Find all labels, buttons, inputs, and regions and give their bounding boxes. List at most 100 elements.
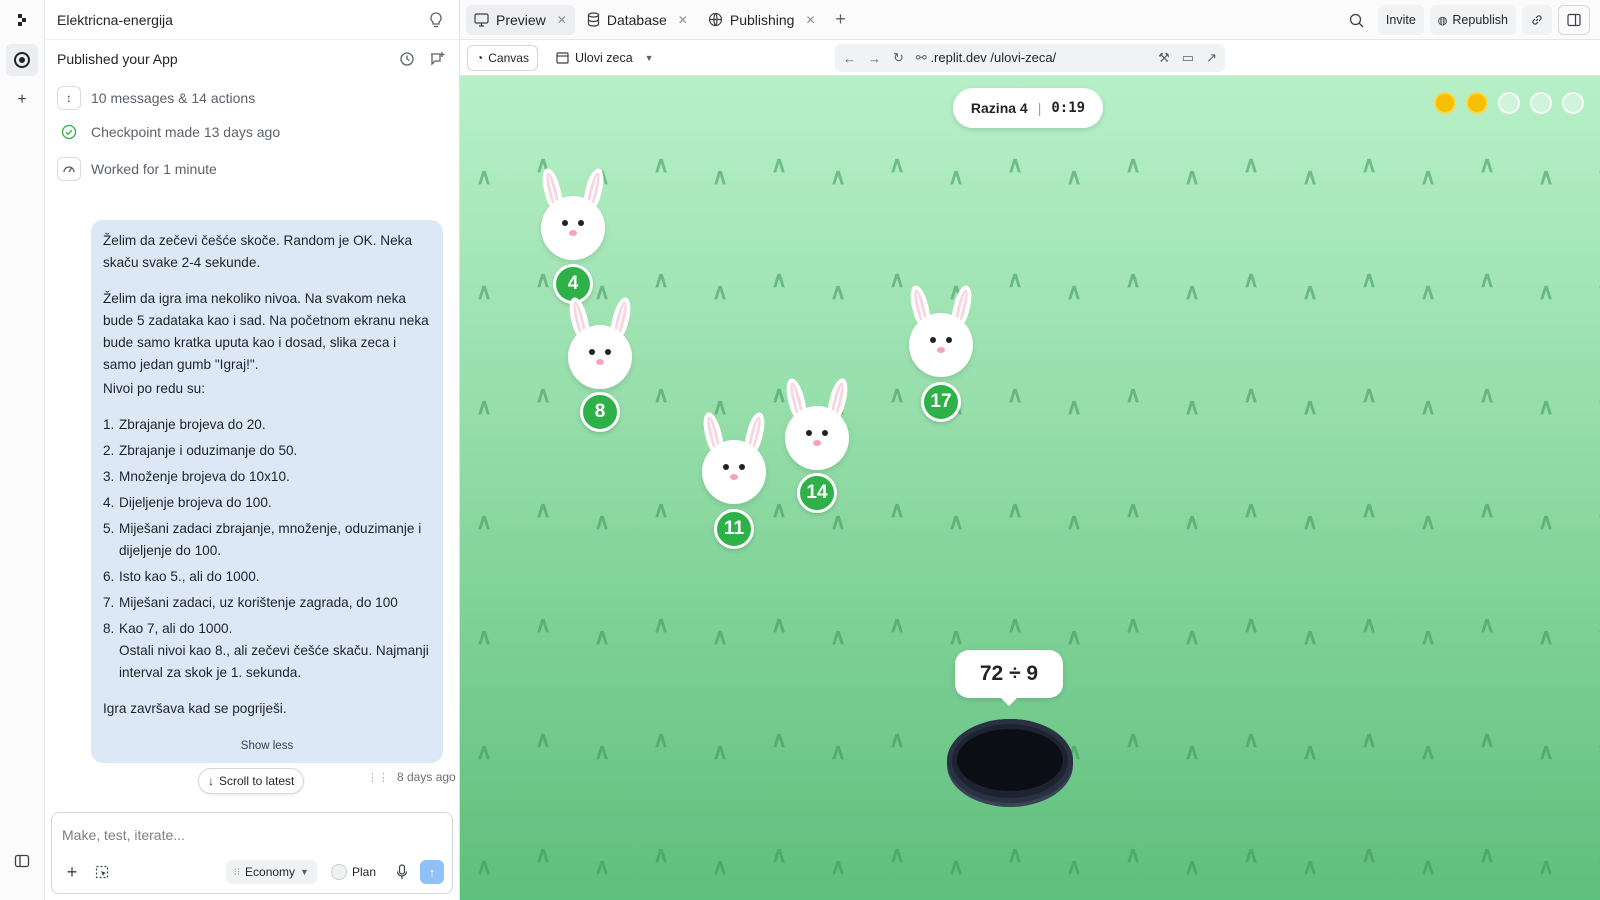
timer-label: 0:19 [1051, 100, 1086, 116]
close-icon[interactable]: ✕ [678, 13, 688, 27]
check-circle-icon [57, 120, 81, 144]
progress-dot [1434, 92, 1456, 114]
select-element-icon[interactable] [90, 860, 114, 884]
grass-tuft: ∧ [476, 624, 493, 649]
replit-logo-icon[interactable] [6, 4, 38, 36]
composer-input[interactable]: Make, test, iterate... [62, 827, 185, 843]
project-name[interactable]: Elektricna-energija [57, 12, 424, 28]
grass-tuft: ∧ [1420, 164, 1437, 189]
globe-icon [708, 12, 722, 27]
list-item: 5. Miješani zadaci zbrajanje, množenje, o… [103, 521, 422, 558]
arrow-down-icon: ↓ [208, 774, 214, 788]
url-text[interactable]: ⚯ .replit.dev /ulovi-zeca/ [916, 50, 1146, 66]
database-icon [587, 12, 599, 27]
mode-label: Economy [245, 865, 296, 879]
url-value: .replit.dev /ulovi-zeca/ [930, 50, 1057, 65]
grass-tuft: ∧ [1479, 727, 1496, 752]
checkpoint-row[interactable]: Checkpoint made 13 days ago [57, 120, 280, 144]
canvas-label: Canvas [488, 51, 529, 65]
send-button[interactable]: ↑ [420, 860, 444, 884]
republish-button[interactable]: ◍ Republish [1429, 5, 1516, 35]
plan-toggle[interactable]: Plan [323, 860, 384, 884]
new-chat-icon[interactable] [425, 47, 449, 71]
app-name: Ulovi zeca [575, 51, 633, 65]
grass-tuft: ∧ [1538, 854, 1555, 879]
bunny[interactable] [699, 410, 769, 507]
lightbulb-icon[interactable] [424, 8, 448, 32]
external-link-icon[interactable]: ↗ [1206, 50, 1217, 66]
list-item: 8. Kao 7, ali do 1000. [103, 621, 233, 636]
plus-icon[interactable]: + [6, 84, 38, 116]
grass-tuft: ∧ [1243, 152, 1260, 177]
forward-icon[interactable]: → [868, 51, 881, 66]
message-composer[interactable]: Make, test, iterate... + ⁝⁝ Economy ▼ Pl… [51, 812, 453, 894]
answer-badge[interactable]: 8 [580, 392, 620, 432]
grass-tuft: ∧ [1184, 394, 1201, 419]
microphone-icon[interactable] [390, 860, 414, 884]
globe-icon: ◍ [1437, 14, 1448, 27]
grass-tuft: ∧ [653, 497, 670, 522]
panel-toggle-icon[interactable] [1558, 5, 1590, 35]
search-icon[interactable] [1342, 8, 1372, 32]
grass-tuft: ∧ [1184, 854, 1201, 879]
agent-icon[interactable] [6, 44, 38, 76]
answer-badge[interactable]: 11 [714, 509, 754, 549]
grass-tuft: ∧ [1302, 739, 1319, 764]
show-less-button[interactable]: Show less [91, 735, 443, 757]
reload-icon[interactable]: ↻ [893, 50, 904, 66]
game-canvas[interactable]: ∧ ∧ ∧ ∧ ∧ ∧ ∧ ∧ ∧ ∧ ∧ ∧ ∧ ∧ ∧ ∧ ∧ ∧ ∧ ∧ ∧ ∧ ∧ ∧ ∧ ∧ ∧ ∧ ∧ ∧ ∧ ∧ ∧ ∧ ∧ ∧ ∧ ∧ ∧ ∧… [460, 76, 1600, 900]
wrench-icon[interactable]: ⚒ [1158, 50, 1170, 66]
answer-badge[interactable]: 14 [797, 473, 837, 513]
toggle-icon [330, 864, 347, 880]
grass-tuft: ∧ [653, 727, 670, 752]
grass-tuft: ∧ [535, 612, 552, 637]
close-icon[interactable]: ✕ [805, 13, 815, 27]
list-item: 3. Množenje brojeva do 10x10. [103, 469, 290, 484]
link-icon[interactable] [1522, 5, 1552, 35]
grass-tuft: ∧ [830, 739, 847, 764]
devices-icon[interactable]: ▭ [1182, 50, 1194, 66]
drag-handle-icon[interactable]: ⋮⋮ [367, 771, 389, 784]
grass-tuft: ∧ [1420, 739, 1437, 764]
messages-summary[interactable]: ↕ 10 messages & 14 actions [57, 86, 255, 110]
bunny[interactable] [538, 166, 608, 263]
grass-tuft: ∧ [1302, 279, 1319, 304]
grass-tuft: ∧ [1184, 509, 1201, 534]
tab-publishing[interactable]: Publishing ✕ [700, 5, 824, 35]
mode-select[interactable]: ⁝⁝ Economy ▼ [225, 860, 317, 884]
grass-tuft: ∧ [1538, 624, 1555, 649]
tab-preview[interactable]: Preview ✕ [466, 4, 575, 35]
attach-plus-icon[interactable]: + [60, 860, 84, 884]
grass-tuft: ∧ [1479, 612, 1496, 637]
bunny[interactable] [782, 376, 852, 473]
grass-tuft: ∧ [535, 382, 552, 407]
mode-icon: ⁝⁝ [233, 866, 241, 878]
bunny[interactable] [906, 283, 976, 380]
close-icon[interactable]: ✕ [557, 13, 567, 27]
scroll-to-latest-button[interactable]: ↓ Scroll to latest [198, 768, 305, 794]
grass-tuft: ∧ [1007, 152, 1024, 177]
left-rail: + [0, 0, 45, 900]
invite-button[interactable]: Invite [1377, 5, 1424, 35]
tab-database[interactable]: Database ✕ [579, 5, 696, 35]
grass-tuft: ∧ [712, 624, 729, 649]
grass-tuft: ∧ [1302, 854, 1319, 879]
grass-tuft: ∧ [476, 509, 493, 534]
add-tab-icon[interactable]: + [828, 9, 854, 30]
sidebar-toggle-icon[interactable] [6, 845, 38, 877]
answer-badge[interactable]: 17 [921, 382, 961, 422]
scroll-to-latest-label: Scroll to latest [219, 774, 295, 788]
url-bar: ← → ↻ ⚯ .replit.dev /ulovi-zeca/ ⚒ ▭ ↗ [835, 44, 1225, 72]
grass-tuft: ∧ [1302, 509, 1319, 534]
grass-tuft: ∧ [1361, 382, 1378, 407]
bunny[interactable] [565, 295, 635, 392]
tab-label: Database [606, 11, 667, 28]
canvas-button[interactable]: ◔ Canvas [467, 45, 538, 71]
back-icon[interactable]: ← [843, 51, 856, 66]
math-problem: 72 ÷ 9 [955, 650, 1063, 706]
history-icon[interactable] [395, 47, 419, 71]
grass-tuft: ∧ [1243, 842, 1260, 867]
app-select[interactable]: Ulovi zeca ▼ [556, 45, 654, 71]
grass-tuft: ∧ [1125, 727, 1142, 752]
worked-row[interactable]: Worked for 1 minute [57, 157, 217, 181]
